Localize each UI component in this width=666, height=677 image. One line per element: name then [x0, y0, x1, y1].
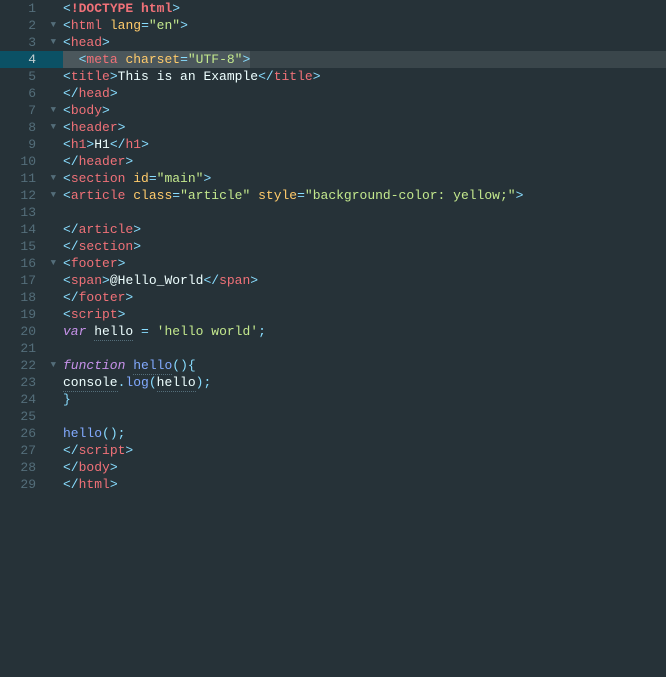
gutter-line[interactable]: 14 — [0, 221, 63, 238]
fold-icon[interactable]: ▼ — [46, 170, 56, 187]
line-number: 1 — [28, 0, 46, 17]
code-editor[interactable]: 12▼3▼4567▼8▼91011▼12▼13141516▼1718192021… — [0, 0, 666, 493]
fold-icon[interactable]: ▼ — [46, 17, 56, 34]
gutter-line[interactable]: 24 — [0, 391, 63, 408]
fold-icon[interactable]: ▼ — [46, 187, 56, 204]
line-number: 13 — [20, 204, 46, 221]
fold-icon[interactable]: ▼ — [46, 102, 56, 119]
gutter-line[interactable]: 3▼ — [0, 34, 63, 51]
gutter-line[interactable]: 1 — [0, 0, 63, 17]
gutter-line[interactable]: 28 — [0, 459, 63, 476]
gutter-line[interactable]: 6 — [0, 85, 63, 102]
gutter-line[interactable]: 17 — [0, 272, 63, 289]
line-number: 18 — [20, 289, 46, 306]
line-number: 20 — [20, 323, 46, 340]
code-line[interactable]: <span>@Hello_World</span> — [63, 272, 666, 289]
gutter-line[interactable]: 26 — [0, 425, 63, 442]
line-number: 2 — [28, 17, 46, 34]
gutter-line[interactable]: 20 — [0, 323, 63, 340]
gutter-line[interactable]: 18 — [0, 289, 63, 306]
gutter-line[interactable]: 4 — [0, 51, 63, 68]
gutter-line[interactable]: 27 — [0, 442, 63, 459]
code-line[interactable]: <script> — [63, 306, 666, 323]
line-number: 26 — [20, 425, 46, 442]
line-number: 6 — [28, 85, 46, 102]
line-number: 29 — [20, 476, 46, 493]
fold-icon[interactable]: ▼ — [46, 357, 56, 374]
line-number: 3 — [28, 34, 46, 51]
gutter-line[interactable]: 22▼ — [0, 357, 63, 374]
gutter-line[interactable]: 29 — [0, 476, 63, 493]
code-line[interactable]: function hello(){ — [63, 357, 666, 374]
line-number: 8 — [28, 119, 46, 136]
code-line-active[interactable]: <meta charset="UTF-8"> — [63, 51, 666, 68]
gutter-line[interactable]: 11▼ — [0, 170, 63, 187]
code-line[interactable]: <section id="main"> — [63, 170, 666, 187]
code-line[interactable] — [63, 204, 666, 221]
code-line[interactable]: } — [63, 391, 666, 408]
code-area[interactable]: <!DOCTYPE html> <html lang="en"> <head> … — [63, 0, 666, 493]
gutter-line[interactable]: 13 — [0, 204, 63, 221]
code-line[interactable]: </html> — [63, 476, 666, 493]
line-number: 4 — [28, 51, 46, 68]
code-line[interactable]: hello(); — [63, 425, 666, 442]
line-number: 21 — [20, 340, 46, 357]
code-line[interactable]: <footer> — [63, 255, 666, 272]
fold-icon[interactable]: ▼ — [46, 119, 56, 136]
gutter-line[interactable]: 2▼ — [0, 17, 63, 34]
code-line[interactable] — [63, 408, 666, 425]
code-line[interactable]: </section> — [63, 238, 666, 255]
code-line[interactable]: <!DOCTYPE html> — [63, 0, 666, 17]
line-number: 27 — [20, 442, 46, 459]
gutter-line[interactable]: 23 — [0, 374, 63, 391]
line-number: 17 — [20, 272, 46, 289]
line-number: 14 — [20, 221, 46, 238]
gutter-line[interactable]: 10 — [0, 153, 63, 170]
line-number: 9 — [28, 136, 46, 153]
code-line[interactable]: <header> — [63, 119, 666, 136]
line-number: 28 — [20, 459, 46, 476]
line-number: 23 — [20, 374, 46, 391]
code-line[interactable]: <head> — [63, 34, 666, 51]
line-number: 25 — [20, 408, 46, 425]
gutter-line[interactable]: 5 — [0, 68, 63, 85]
code-line[interactable]: </body> — [63, 459, 666, 476]
gutter-line[interactable]: 25 — [0, 408, 63, 425]
code-line[interactable]: </article> — [63, 221, 666, 238]
line-number: 10 — [20, 153, 46, 170]
gutter-line[interactable]: 8▼ — [0, 119, 63, 136]
code-line[interactable]: </footer> — [63, 289, 666, 306]
line-number: 7 — [28, 102, 46, 119]
code-line[interactable]: </head> — [63, 85, 666, 102]
code-line[interactable]: console.log(hello); — [63, 374, 666, 391]
line-number: 5 — [28, 68, 46, 85]
code-line[interactable]: </script> — [63, 442, 666, 459]
gutter-line[interactable]: 21 — [0, 340, 63, 357]
line-gutter: 12▼3▼4567▼8▼91011▼12▼13141516▼1718192021… — [0, 0, 63, 493]
code-line[interactable]: </header> — [63, 153, 666, 170]
code-line[interactable]: var hello = 'hello world'; — [63, 323, 666, 340]
code-line[interactable]: <body> — [63, 102, 666, 119]
line-number: 16 — [20, 255, 46, 272]
fold-icon[interactable]: ▼ — [46, 34, 56, 51]
code-line[interactable]: <article class="article" style="backgrou… — [63, 187, 666, 204]
line-number: 11 — [20, 170, 46, 187]
code-line[interactable]: <title>This is an Example</title> — [63, 68, 666, 85]
line-number: 24 — [20, 391, 46, 408]
line-number: 22 — [20, 357, 46, 374]
code-line[interactable]: <h1>H1</h1> — [63, 136, 666, 153]
line-number: 12 — [20, 187, 46, 204]
code-line[interactable] — [63, 340, 666, 357]
line-number: 15 — [20, 238, 46, 255]
gutter-line[interactable]: 19 — [0, 306, 63, 323]
gutter-line[interactable]: 7▼ — [0, 102, 63, 119]
gutter-line[interactable]: 16▼ — [0, 255, 63, 272]
gutter-line[interactable]: 9 — [0, 136, 63, 153]
gutter-line[interactable]: 15 — [0, 238, 63, 255]
line-number: 19 — [20, 306, 46, 323]
code-line[interactable]: <html lang="en"> — [63, 17, 666, 34]
gutter-line[interactable]: 12▼ — [0, 187, 63, 204]
fold-icon[interactable]: ▼ — [46, 255, 56, 272]
